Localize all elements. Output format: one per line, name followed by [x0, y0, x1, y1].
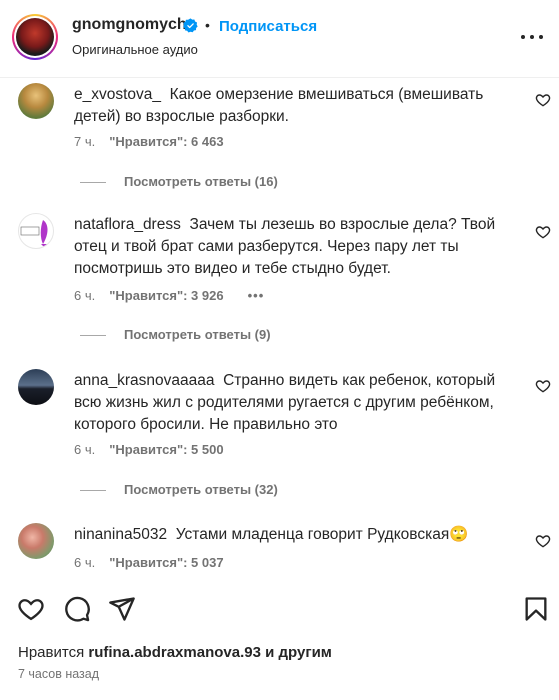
comment-text: ninanina5032 Устами младенца говорит Руд… [74, 524, 504, 546]
liked-prefix: Нравится [18, 644, 85, 661]
comment-meta: 6 ч. "Нравится": 5 037 [74, 555, 224, 570]
comment-time: 6 ч. [74, 555, 96, 570]
comment-text: nataflora_dress Зачем ты лезешь во взрос… [74, 214, 504, 280]
author-avatar[interactable] [12, 14, 58, 60]
view-replies-label: Посмотреть ответы (16) [124, 174, 278, 189]
commenter-logo [20, 220, 49, 248]
commenter-avatar[interactable] [18, 83, 54, 119]
view-replies-button[interactable]: Посмотреть ответы (32) [80, 482, 278, 497]
heart-icon[interactable] [17, 595, 45, 623]
more-dot [530, 35, 534, 39]
heart-icon[interactable] [535, 92, 551, 108]
original-audio-link[interactable]: Оригинальное аудио [72, 42, 198, 57]
comment-body: Устами младенца говорит Рудковская🙄 [175, 526, 469, 543]
commenter-avatar[interactable] [18, 369, 54, 405]
comment-more-icon[interactable]: ••• [248, 288, 265, 303]
comment-time: 6 ч. [74, 442, 96, 457]
post-header: gnomgnomych • Подписаться Оригинальное а… [0, 0, 559, 78]
heart-icon[interactable] [535, 224, 551, 240]
commenter-avatar[interactable] [18, 213, 54, 249]
comment-time: 7 ч. [74, 134, 96, 149]
view-replies-button[interactable]: Посмотреть ответы (16) [80, 174, 278, 189]
verified-badge-icon [183, 18, 198, 33]
comment-likes[interactable]: "Нравится": 5 500 [109, 442, 223, 457]
share-icon[interactable] [108, 595, 136, 623]
comment-likes[interactable]: "Нравится": 5 037 [109, 555, 223, 570]
header-separator: • [205, 17, 210, 33]
comment-meta: 6 ч. "Нравится": 3 926 ••• [74, 288, 264, 303]
comment-likes[interactable]: "Нравится": 6 463 [109, 134, 223, 149]
liked-by-summary: Нравится rufina.abdraxmanova.93 и другим [18, 644, 332, 661]
more-options-icon[interactable] [520, 28, 544, 46]
comment-meta: 7 ч. "Нравится": 6 463 [74, 134, 224, 149]
replies-divider [80, 490, 106, 492]
author-username[interactable]: gnomgnomych [72, 16, 187, 34]
heart-icon[interactable] [535, 378, 551, 394]
replies-divider [80, 182, 106, 184]
commenter-avatar[interactable] [18, 523, 54, 559]
view-replies-label: Посмотреть ответы (32) [124, 482, 278, 497]
view-replies-label: Посмотреть ответы (9) [124, 327, 271, 342]
commenter-username[interactable]: e_xvostova_ [74, 86, 161, 103]
liked-others-link[interactable]: и другим [265, 644, 332, 661]
comment-text: anna_krasnovaaaaa Странно видеть как реб… [74, 370, 504, 436]
commenter-username[interactable]: ninanina5032 [74, 526, 167, 543]
post-timestamp[interactable]: 7 часов назад [18, 667, 99, 681]
comment-likes[interactable]: "Нравится": 3 926 [109, 288, 223, 303]
replies-divider [80, 335, 106, 337]
liked-by-user-link[interactable]: rufina.abdraxmanova.93 [88, 644, 261, 661]
commenter-username[interactable]: nataflora_dress [74, 216, 181, 233]
bookmark-icon[interactable] [522, 595, 550, 623]
follow-button[interactable]: Подписаться [219, 18, 317, 35]
post-action-bar [0, 590, 559, 630]
comment-text: e_xvostova_ Какое омерзение вмешиваться … [74, 84, 504, 128]
comment-time: 6 ч. [74, 288, 96, 303]
view-replies-button[interactable]: Посмотреть ответы (9) [80, 327, 271, 342]
more-dot [521, 35, 525, 39]
commenter-username[interactable]: anna_krasnovaaaaa [74, 372, 214, 389]
avatar-image [16, 18, 54, 56]
comment-icon[interactable] [63, 595, 91, 623]
more-dot [539, 35, 543, 39]
comment-meta: 6 ч. "Нравится": 5 500 [74, 442, 224, 457]
heart-icon[interactable] [535, 533, 551, 549]
